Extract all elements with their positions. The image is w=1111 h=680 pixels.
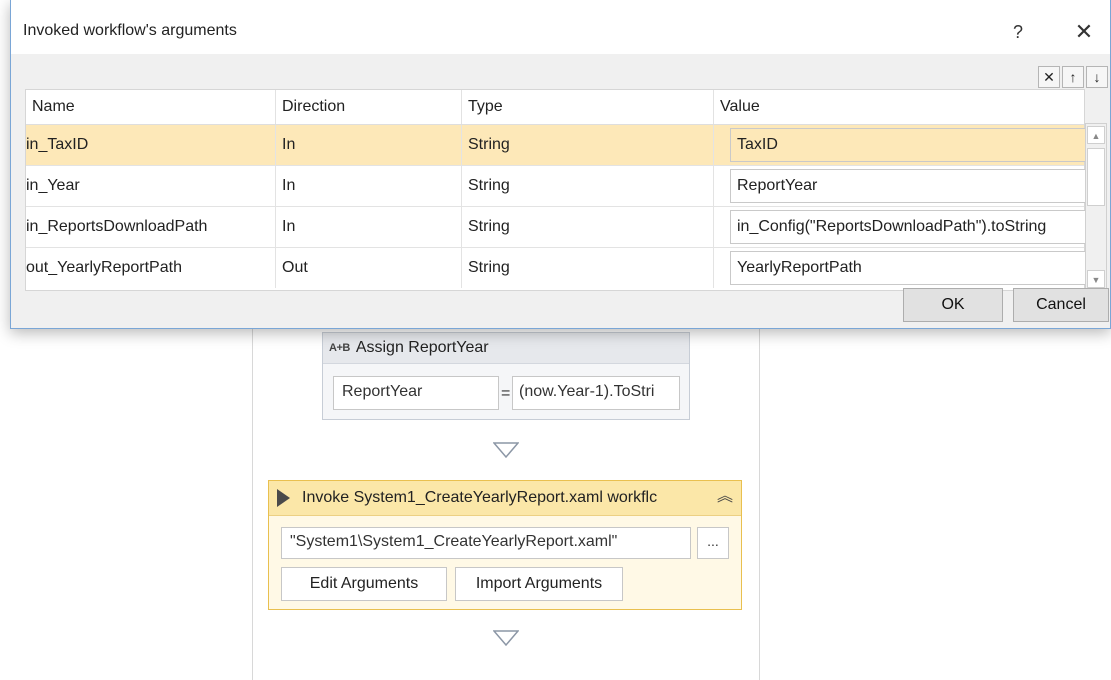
- move-down-button[interactable]: ↓: [1086, 66, 1108, 88]
- assign-activity[interactable]: A+B Assign ReportYear ReportYear = (now.…: [322, 332, 690, 420]
- flow-arrow-down-icon: [493, 630, 519, 646]
- browse-button[interactable]: ...: [697, 527, 729, 559]
- assign-title: Assign ReportYear: [355, 339, 489, 356]
- move-up-button[interactable]: ↑: [1062, 66, 1084, 88]
- argument-type[interactable]: String: [462, 248, 714, 288]
- dialog-title: Invoked workflow's arguments: [23, 22, 237, 39]
- play-icon: [277, 489, 290, 507]
- argument-type[interactable]: String: [462, 166, 714, 206]
- assign-header: A+B Assign ReportYear: [323, 333, 689, 364]
- argument-value-field[interactable]: in_Config("ReportsDownloadPath").toStrin…: [730, 210, 1096, 244]
- invoke-header: Invoke System1_CreateYearlyReport.xaml w…: [269, 481, 741, 516]
- table-row[interactable]: in_Year In String ReportYear: [26, 166, 1096, 207]
- column-header-type[interactable]: Type: [462, 90, 714, 124]
- argument-name: in_ReportsDownloadPath: [26, 207, 276, 247]
- assign-equals: =: [501, 385, 511, 402]
- flow-arrow-down-icon: [493, 442, 519, 458]
- close-button[interactable]: ✕: [1069, 18, 1099, 48]
- argument-name: out_YearlyReportPath: [26, 248, 276, 288]
- scroll-down-arrow-icon[interactable]: ▼: [1087, 270, 1105, 288]
- arguments-grid: Name Direction Type Value in_TaxID In St…: [25, 89, 1096, 291]
- argument-name: in_Year: [26, 166, 276, 206]
- assign-icon: A+B: [329, 342, 350, 354]
- grid-header: Name Direction Type Value: [26, 90, 1084, 125]
- argument-direction[interactable]: Out: [276, 248, 462, 288]
- argument-direction[interactable]: In: [276, 207, 462, 247]
- assign-value-field[interactable]: (now.Year-1).ToStri: [512, 376, 680, 410]
- argument-name: in_TaxID: [26, 125, 276, 165]
- ok-button[interactable]: OK: [903, 288, 1003, 322]
- edit-arguments-button[interactable]: Edit Arguments: [281, 567, 447, 601]
- argument-direction[interactable]: In: [276, 166, 462, 206]
- argument-type[interactable]: String: [462, 207, 714, 247]
- workflow-path-field[interactable]: "System1\System1_CreateYearlyReport.xaml…: [281, 527, 691, 559]
- arguments-dialog: Invoked workflow's arguments ? ✕ ✕ ↑ ↓ N…: [10, 0, 1111, 329]
- argument-direction[interactable]: In: [276, 125, 462, 165]
- column-header-name[interactable]: Name: [26, 90, 276, 124]
- argument-type[interactable]: String: [462, 125, 714, 165]
- argument-value-field[interactable]: ReportYear: [730, 169, 1096, 203]
- column-header-value[interactable]: Value: [714, 90, 1086, 124]
- grid-scrollbar[interactable]: ▲ ▼: [1085, 123, 1107, 291]
- column-header-direction[interactable]: Direction: [276, 90, 462, 124]
- dialog-client-area: ✕ ↑ ↓ Name Direction Type Value in_TaxID…: [11, 54, 1110, 328]
- assign-to-field[interactable]: ReportYear: [333, 376, 499, 410]
- argument-value-field[interactable]: TaxID: [730, 128, 1096, 162]
- help-button[interactable]: ?: [1003, 18, 1033, 48]
- table-row[interactable]: in_ReportsDownloadPath In String in_Conf…: [26, 207, 1096, 248]
- table-row[interactable]: out_YearlyReportPath Out String YearlyRe…: [26, 248, 1096, 288]
- invoke-workflow-activity[interactable]: Invoke System1_CreateYearlyReport.xaml w…: [268, 480, 742, 610]
- scroll-thumb[interactable]: [1087, 148, 1105, 206]
- collapse-chevron-icon[interactable]: ︽: [715, 487, 735, 507]
- delete-argument-button[interactable]: ✕: [1038, 66, 1060, 88]
- cancel-button[interactable]: Cancel: [1013, 288, 1109, 322]
- invoke-title: Invoke System1_CreateYearlyReport.xaml w…: [302, 489, 658, 506]
- import-arguments-button[interactable]: Import Arguments: [455, 567, 623, 601]
- scroll-up-arrow-icon[interactable]: ▲: [1087, 126, 1105, 144]
- argument-value-field[interactable]: YearlyReportPath: [730, 251, 1096, 285]
- dialog-titlebar: Invoked workflow's arguments ? ✕: [11, 0, 1110, 54]
- table-row[interactable]: in_TaxID In String TaxID: [26, 125, 1096, 166]
